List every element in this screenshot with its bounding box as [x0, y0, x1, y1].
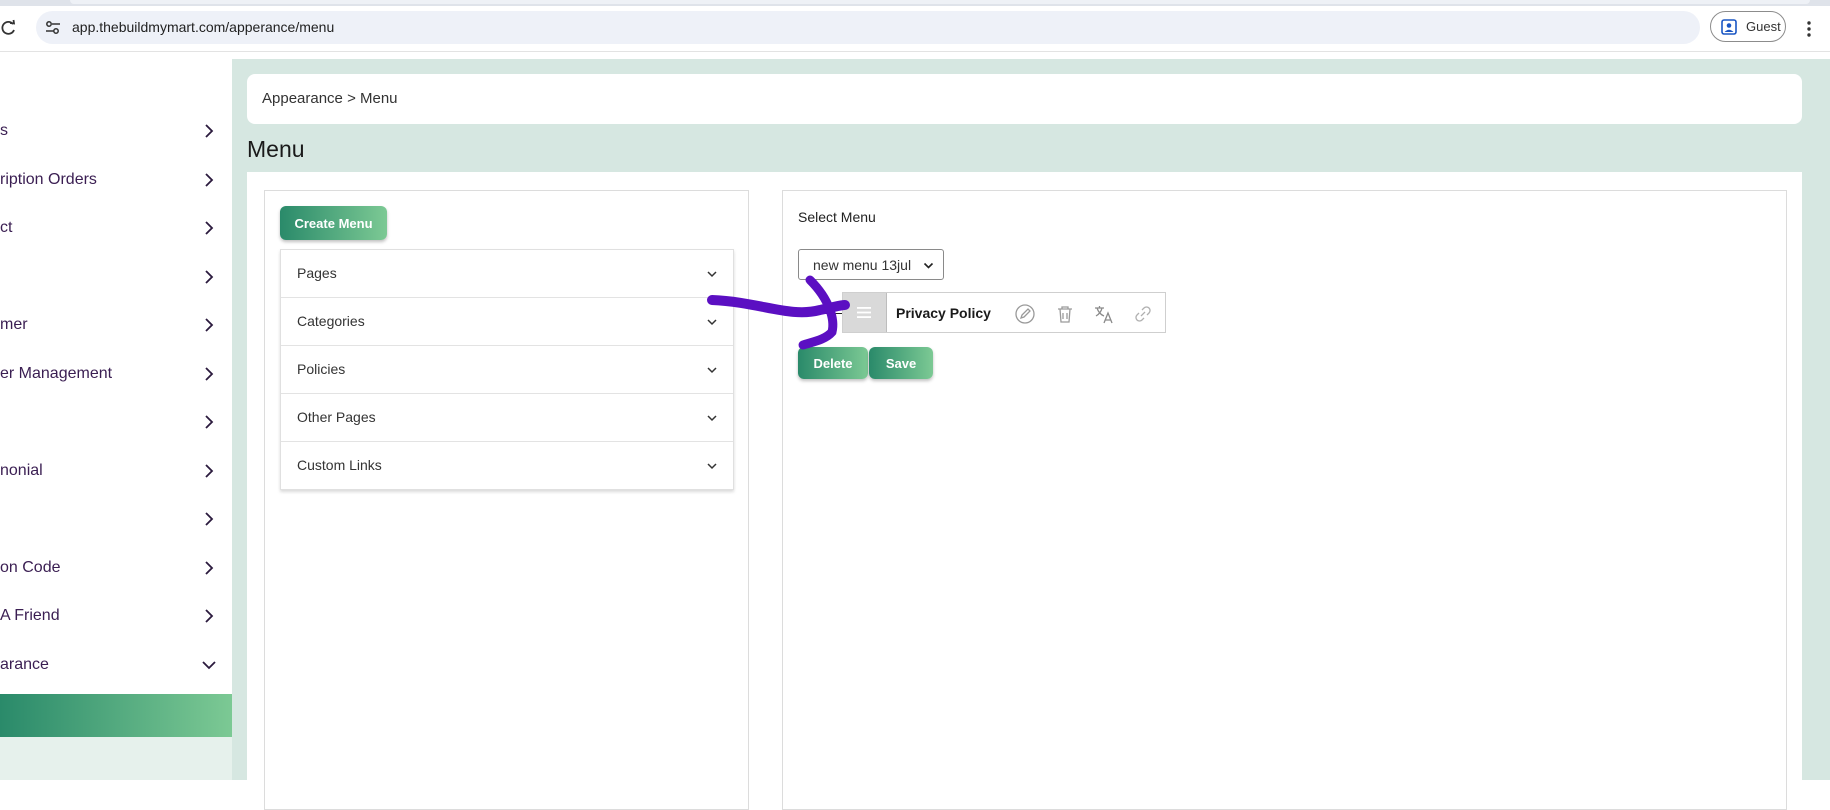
accordion-label: Categories — [297, 313, 365, 329]
tab-strip-bg — [70, 0, 1810, 4]
translate-icon[interactable] — [1093, 303, 1115, 325]
sidebar-item-4[interactable] — [0, 262, 232, 294]
save-button[interactable]: Save — [869, 347, 933, 379]
profile-button[interactable]: Guest — [1710, 11, 1786, 42]
edit-icon[interactable] — [1014, 303, 1036, 325]
chevron-down-icon — [707, 319, 717, 326]
sidebar-item-label: er Management — [0, 365, 113, 382]
accordion-policies[interactable]: Policies — [281, 346, 733, 394]
sidebar-item-testimonial[interactable]: nonial — [0, 456, 232, 488]
chevron-right-icon — [205, 367, 214, 381]
chevron-right-icon — [205, 464, 214, 478]
select-menu-label: Select Menu — [798, 209, 876, 225]
tree-connector — [823, 313, 843, 314]
tune-icon[interactable] — [44, 19, 62, 37]
sidebar-subitem-active[interactable] — [0, 694, 232, 737]
sidebar-item-product[interactable]: ct — [0, 213, 232, 245]
sidebar-footer — [0, 737, 232, 780]
sidebar-item-label: arance — [0, 656, 49, 673]
chevron-right-icon — [205, 561, 214, 575]
sidebar-item-subscription-orders[interactable]: ription Orders — [0, 165, 232, 197]
menu-select-value: new menu 13jul — [813, 257, 912, 273]
url-text[interactable]: app.thebuildmymart.com/apperance/menu — [72, 19, 334, 35]
chevron-down-icon — [707, 463, 717, 470]
accordion-label: Other Pages — [297, 409, 376, 425]
chevron-down-icon — [923, 262, 934, 269]
chevron-down-icon — [707, 415, 717, 422]
chevron-down-icon — [707, 367, 717, 374]
chevron-right-icon — [205, 270, 214, 284]
delete-button[interactable]: Delete — [798, 347, 868, 379]
menu-item-title: Privacy Policy — [896, 305, 991, 321]
chevron-right-icon — [205, 318, 214, 332]
accordion-label: Pages — [297, 265, 337, 281]
sidebar-item-label: A Friend — [0, 607, 60, 624]
chevron-right-icon — [205, 415, 214, 429]
sidebar-item-label: ription Orders — [0, 171, 97, 188]
sidebar: s ription Orders ct mer er Management no… — [0, 52, 232, 780]
accordion-other-pages[interactable]: Other Pages — [281, 394, 733, 442]
page-title: Menu — [247, 136, 305, 162]
menu-select[interactable]: new menu 13jul — [798, 249, 944, 280]
main-content: Appearance > Menu Menu Create Menu Pages… — [232, 59, 1830, 810]
sidebar-item-customer[interactable]: mer — [0, 310, 232, 342]
accordion-categories[interactable]: Categories — [281, 298, 733, 346]
chevron-down-icon — [202, 661, 216, 670]
accordion-label: Custom Links — [297, 457, 382, 473]
sidebar-item-1[interactable]: s — [0, 116, 232, 148]
chevron-right-icon — [205, 512, 214, 526]
sidebar-item-coupon-code[interactable]: on Code — [0, 553, 232, 585]
sidebar-item-label: s — [0, 122, 8, 139]
menu-source-accordion: Pages Categories Policies Other Pages Cu… — [280, 249, 734, 490]
menu-item: Privacy Policy — [842, 292, 1166, 333]
accordion-label: Policies — [297, 361, 346, 377]
sidebar-item-label: nonial — [0, 462, 43, 479]
sidebar-item-label: mer — [0, 316, 28, 333]
sidebar-item-appearance[interactable]: arance — [0, 650, 232, 682]
browser-toolbar: app.thebuildmymart.com/apperance/menu Gu… — [0, 6, 1830, 57]
address-bar[interactable]: app.thebuildmymart.com/apperance/menu — [36, 11, 1700, 44]
chevron-down-icon — [707, 271, 717, 278]
create-menu-button[interactable]: Create Menu — [280, 206, 387, 240]
profile-icon — [1721, 19, 1737, 35]
accordion-custom-links[interactable]: Custom Links — [281, 442, 733, 489]
trash-icon[interactable] — [1054, 303, 1076, 325]
profile-label: Guest — [1746, 19, 1781, 34]
sidebar-item-9[interactable] — [0, 504, 232, 536]
chevron-right-icon — [205, 221, 214, 235]
breadcrumb: Appearance > Menu — [247, 74, 1802, 124]
link-icon[interactable] — [1132, 303, 1154, 325]
sidebar-item-label: ct — [0, 219, 13, 236]
drag-handle[interactable] — [843, 293, 887, 332]
accordion-pages[interactable]: Pages — [281, 250, 733, 298]
sidebar-item-label: on Code — [0, 559, 61, 576]
sidebar-item-user-management[interactable]: er Management — [0, 359, 232, 391]
sidebar-item-refer-a-friend[interactable]: A Friend — [0, 601, 232, 633]
kebab-icon[interactable] — [1806, 20, 1812, 38]
chevron-right-icon — [205, 124, 214, 138]
reload-icon[interactable] — [0, 19, 18, 37]
menu-structure-panel: Select Menu new menu 13jul Privacy Polic… — [782, 190, 1787, 810]
content-card: Create Menu Pages Categories Policies Ot… — [247, 172, 1802, 810]
sidebar-item-7[interactable] — [0, 407, 232, 439]
chevron-right-icon — [205, 173, 214, 187]
chevron-right-icon — [205, 609, 214, 623]
breadcrumb-text: Appearance > Menu — [262, 90, 398, 107]
menu-source-panel: Create Menu Pages Categories Policies Ot… — [264, 190, 749, 810]
hamburger-icon — [857, 307, 871, 318]
